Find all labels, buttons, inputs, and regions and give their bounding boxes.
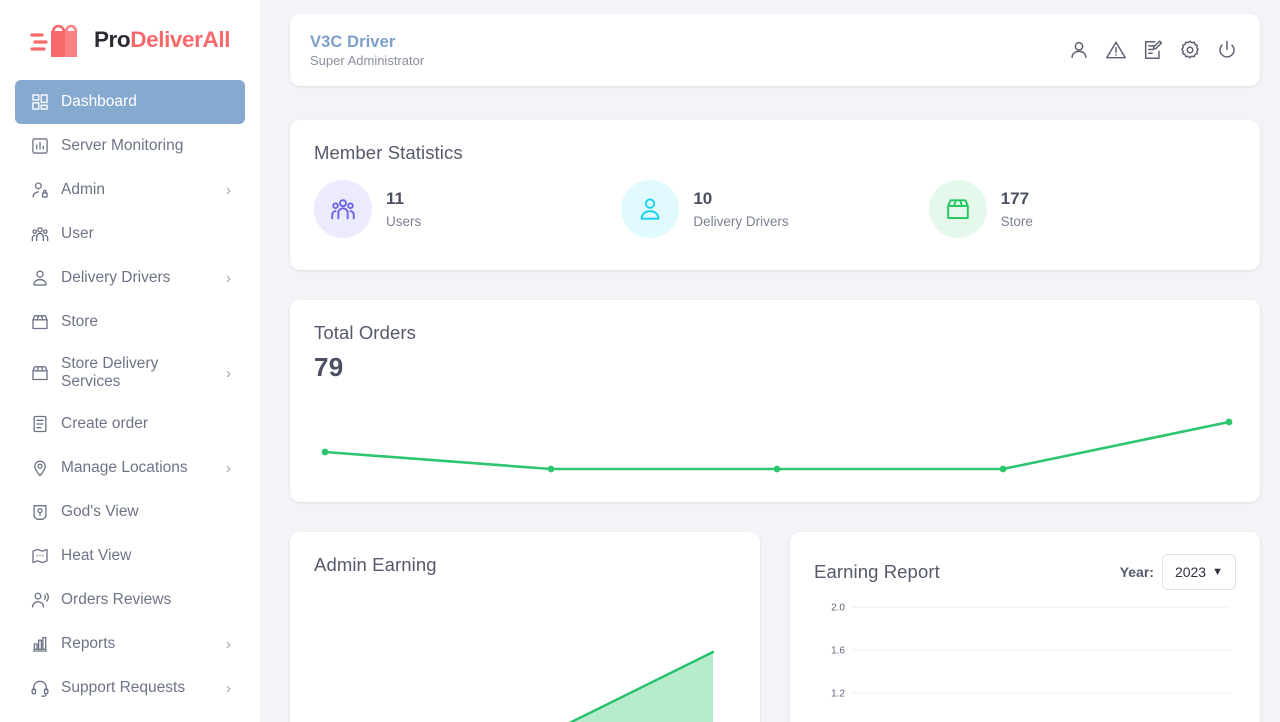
user-icon[interactable] xyxy=(1068,39,1090,61)
sidebar-item-label: Support Requests xyxy=(61,679,186,697)
sidebar-item-label: Delivery Drivers xyxy=(61,269,171,287)
sidebar-item-label: God's View xyxy=(61,503,139,521)
stat-value: 10 xyxy=(693,189,713,209)
earning-report-chart: 2.0 1.6 1.2 xyxy=(831,603,1230,700)
earning-report-header: Earning Report Year: 2023 ▼ xyxy=(814,554,1236,590)
heat-map-icon xyxy=(29,545,51,567)
earning-report-title: Earning Report xyxy=(814,561,940,582)
sidebar-item-orders-reviews[interactable]: Orders Reviews xyxy=(15,578,245,622)
sidebar: ProDeliverAll Dashboard Server Monitoring… xyxy=(0,0,260,722)
user-role: Super Administrator xyxy=(310,53,425,69)
sidebar-item-user[interactable]: User xyxy=(15,212,245,256)
total-orders-value: 79 xyxy=(314,352,344,382)
sidebar-item-label: Reports xyxy=(61,635,116,653)
users-group-icon xyxy=(29,223,51,245)
topbar-actions xyxy=(1068,39,1238,61)
stat-label: Users xyxy=(386,213,422,229)
sidebar-item-create-order[interactable]: Create order xyxy=(15,402,245,446)
gear-icon[interactable] xyxy=(1179,39,1201,61)
brand-name: ProDeliverAll xyxy=(93,27,231,53)
power-icon[interactable] xyxy=(1216,39,1238,61)
brand-logo[interactable]: ProDeliverAll xyxy=(0,0,260,80)
chevron-right-icon: › xyxy=(226,269,231,287)
svg-text:1.2: 1.2 xyxy=(831,689,845,700)
store-icon xyxy=(29,311,51,333)
shopping-bags-speed-icon xyxy=(30,24,78,57)
user-voice-icon xyxy=(29,589,51,611)
warning-triangle-icon[interactable] xyxy=(1105,39,1127,61)
sidebar-item-admin[interactable]: Admin › xyxy=(15,168,245,212)
sidebar-item-label: User xyxy=(61,225,94,243)
total-orders-card: Total Orders 79 xyxy=(290,300,1260,502)
user-lock-icon xyxy=(29,179,51,201)
member-statistics-title: Member Statistics xyxy=(314,142,463,163)
sidebar-item-label: Server Monitoring xyxy=(61,137,184,155)
sidebar-item-support-requests[interactable]: Support Requests › xyxy=(15,666,245,710)
sidebar-item-god-s-view[interactable]: God's View xyxy=(15,490,245,534)
brand-name-part1: Pro xyxy=(93,27,131,52)
sidebar-item-manage-locations[interactable]: Manage Locations › xyxy=(15,446,245,490)
chevron-down-icon: ▼ xyxy=(1212,566,1223,578)
map-pin-icon xyxy=(29,457,51,479)
stat-store: 177 Store xyxy=(928,180,1236,238)
year-select[interactable]: 2023 ▼ xyxy=(1161,554,1236,590)
user-person-icon xyxy=(29,267,51,289)
year-select-value: 2023 xyxy=(1174,564,1207,580)
total-orders-title: Total Orders xyxy=(314,322,416,343)
stat-value: 177 xyxy=(1000,189,1030,209)
sidebar-item-label: Store Delivery Services xyxy=(61,355,159,390)
stat-value: 11 xyxy=(386,189,404,209)
sidebar-nav: Dashboard Server Monitoring Admin › User Deli… xyxy=(0,80,260,710)
chevron-right-icon: › xyxy=(226,364,231,382)
year-label: Year: xyxy=(1119,564,1154,580)
sidebar-item-store[interactable]: Store xyxy=(15,300,245,344)
admin-earning-card: Admin Earning xyxy=(290,532,760,722)
bar-chart-icon xyxy=(29,633,51,655)
store-icon xyxy=(29,362,51,384)
chevron-right-icon: › xyxy=(226,459,231,477)
document-list-icon xyxy=(29,413,51,435)
sidebar-item-label: Create order xyxy=(61,415,149,433)
headset-icon xyxy=(29,677,51,699)
earning-report-card: Earning Report Year: 2023 ▼ 2.0 1.6 1.2 xyxy=(790,532,1260,722)
map-location-icon xyxy=(29,501,51,523)
stat-delivery-drivers: 10 Delivery Drivers xyxy=(621,180,928,238)
user-name: V3C Driver xyxy=(310,32,396,51)
sidebar-item-label: Heat View xyxy=(61,547,132,565)
stat-label: Store xyxy=(1000,213,1033,229)
edit-document-icon[interactable] xyxy=(1142,39,1164,61)
sidebar-item-delivery-drivers[interactable]: Delivery Drivers › xyxy=(15,256,245,300)
users-group-icon xyxy=(314,180,372,238)
sidebar-item-reports[interactable]: Reports › xyxy=(15,622,245,666)
sidebar-item-server-monitoring[interactable]: Server Monitoring xyxy=(15,124,245,168)
sidebar-item-dashboard[interactable]: Dashboard xyxy=(15,80,245,124)
topbar: V3C Driver Super Administrator xyxy=(290,14,1260,86)
sidebar-item-label: Admin xyxy=(61,181,105,199)
member-statistics-card: Member Statistics 11 Users 10 Delivery Driv… xyxy=(290,120,1260,270)
user-person-icon xyxy=(621,180,680,238)
grid-dashboard-icon xyxy=(29,91,51,113)
sidebar-item-label: Manage Locations xyxy=(61,459,188,477)
bar-chart-box-icon xyxy=(29,135,51,157)
member-statistics-list: 11 Users 10 Delivery Drivers 177 Store xyxy=(314,180,1236,238)
svg-text:1.6: 1.6 xyxy=(831,646,845,657)
sidebar-item-label: Store xyxy=(61,313,99,331)
bottom-charts-row: Admin Earning Earning Report Year: 2023 … xyxy=(290,532,1260,722)
store-icon xyxy=(928,180,987,238)
svg-text:2.0: 2.0 xyxy=(831,603,845,614)
admin-earning-title: Admin Earning xyxy=(314,554,437,575)
chevron-right-icon: › xyxy=(226,679,231,697)
sidebar-item-store-delivery-services[interactable]: Store Delivery Services › xyxy=(15,344,245,402)
chevron-right-icon: › xyxy=(226,181,231,199)
stat-users: 11 Users xyxy=(314,180,621,238)
topbar-user-info: V3C Driver Super Administrator xyxy=(310,32,1068,69)
sidebar-item-label: Dashboard xyxy=(61,93,137,111)
sidebar-item-heat-view[interactable]: Heat View xyxy=(15,534,245,578)
brand-name-part2: DeliverAll xyxy=(130,27,231,52)
main-content: V3C Driver Super Administrator Member St… xyxy=(260,0,1280,722)
sidebar-item-label: Orders Reviews xyxy=(61,591,172,609)
stat-label: Delivery Drivers xyxy=(693,213,789,229)
chevron-right-icon: › xyxy=(226,635,231,653)
